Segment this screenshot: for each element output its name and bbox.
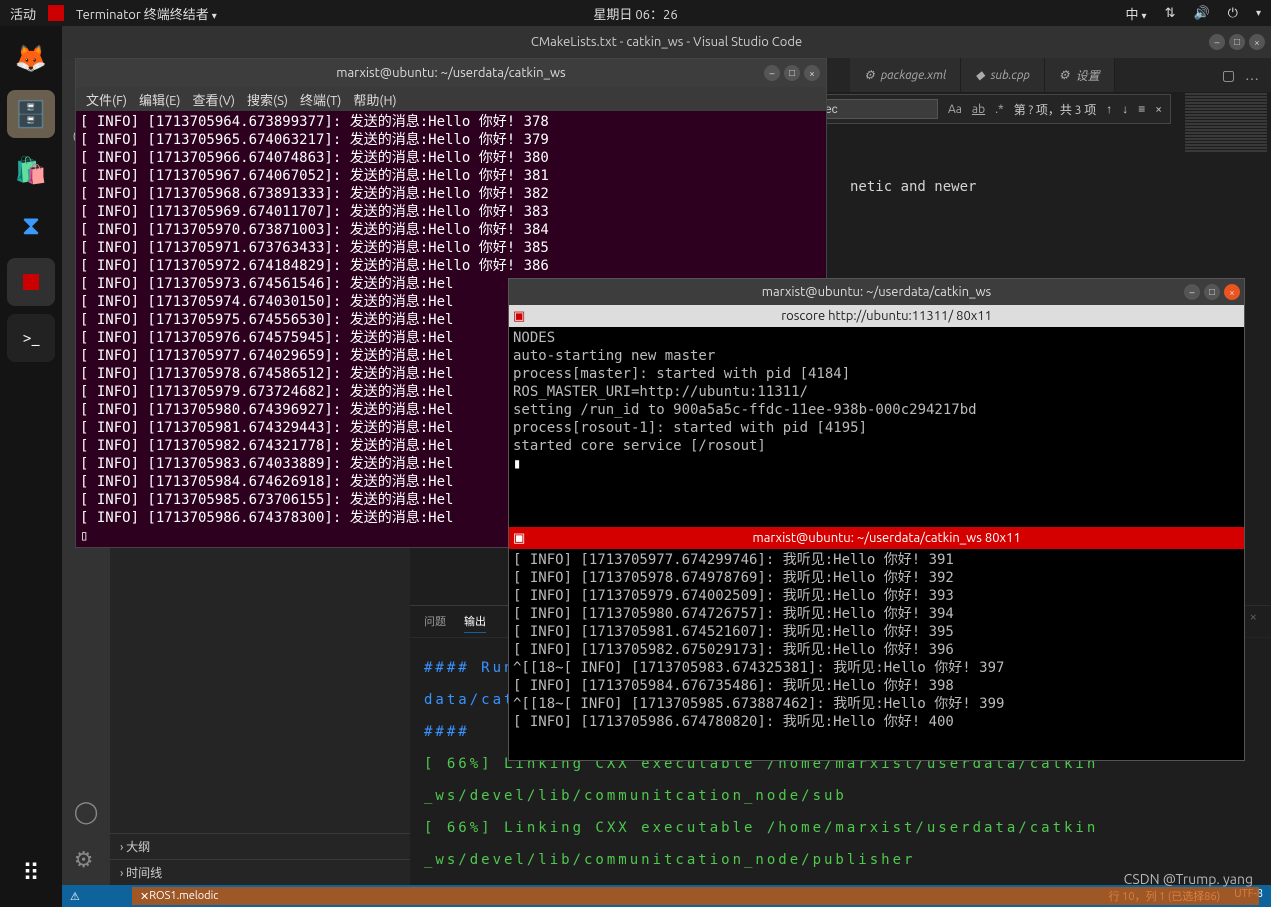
vscode-title-text: CMakeLists.txt - catkin_ws - Visual Stud… [531, 35, 802, 49]
gnome-terminal-menubar: 文件(F) 编辑(E) 查看(V) 搜索(S) 终端(T) 帮助(H) [76, 87, 826, 111]
timeline-section[interactable]: › 时间线 [110, 859, 410, 885]
more-actions-icon[interactable]: … [1245, 67, 1259, 83]
account-icon[interactable]: ◯ [74, 799, 99, 825]
panel-tab-output[interactable]: 输出 [464, 610, 486, 633]
maximize-button[interactable]: □ [784, 65, 800, 81]
settings-gear-icon[interactable]: ⚙ [74, 847, 99, 873]
menu-help[interactable]: 帮助(H) [349, 90, 400, 109]
dock-terminator[interactable] [7, 258, 55, 306]
minimize-button[interactable]: – [1184, 284, 1200, 300]
maximize-button[interactable]: □ [1229, 34, 1245, 50]
outline-section[interactable]: › 大纲 [110, 833, 410, 859]
terminator-titlebar[interactable]: marxist@ubuntu: ~/userdata/catkin_ws – □… [509, 279, 1244, 305]
input-method[interactable]: 中 ▾ [1126, 4, 1147, 23]
menu-search[interactable]: 搜索(S) [243, 90, 292, 109]
status-remote-icon[interactable]: ⚠ [70, 890, 80, 903]
find-regex[interactable]: .* [995, 103, 1004, 116]
active-app-name[interactable]: Terminator 终端终结者 ▾ [76, 4, 217, 23]
find-input[interactable] [818, 99, 938, 119]
pane1-body[interactable]: NODESauto-starting new masterprocess[mas… [509, 327, 1244, 527]
minimize-button[interactable]: – [764, 65, 780, 81]
menu-file[interactable]: 文件(F) [82, 90, 131, 109]
find-selection-icon[interactable]: ≡ [1138, 102, 1145, 116]
dock-software[interactable]: 🛍️ [7, 146, 55, 194]
dock: 🦊 🗄️ 🛍️ ⧗ >_ ⠿ [0, 26, 62, 907]
dock-terminal[interactable]: >_ [7, 314, 55, 362]
menu-view[interactable]: 查看(V) [189, 90, 239, 109]
pane2-title[interactable]: ▣marxist@ubuntu: ~/userdata/catkin_ws 80… [509, 527, 1244, 549]
minimize-button[interactable]: – [1209, 34, 1225, 50]
gnome-terminal-titlebar[interactable]: marxist@ubuntu: ~/userdata/catkin_ws – □… [76, 59, 826, 87]
dock-firefox[interactable]: 🦊 [7, 34, 55, 82]
tab-sub-cpp[interactable]: ◆ sub.cpp [961, 58, 1044, 92]
terminator-window: marxist@ubuntu: ~/userdata/catkin_ws – □… [508, 278, 1245, 761]
tab-settings[interactable]: ⚙ 设置 [1045, 58, 1115, 92]
menu-terminal[interactable]: 终端(T) [296, 90, 345, 109]
terminator-pane-2: ▣marxist@ubuntu: ~/userdata/catkin_ws 80… [509, 527, 1244, 760]
clock[interactable]: 星期日 06：26 [593, 4, 677, 23]
terminator-icon [48, 5, 64, 21]
find-match-case[interactable]: Aa [948, 103, 962, 116]
gnome-terminal-title: marxist@ubuntu: ~/userdata/catkin_ws [336, 66, 565, 80]
find-status: 第 ? 项，共 3 项 [1014, 101, 1096, 118]
tab-package-xml[interactable]: ⚙ package.xml [850, 58, 961, 92]
gnome-top-bar: 活动 Terminator 终端终结者 ▾ 星期日 06：26 中 ▾ ⇅ 🔊 … [0, 0, 1271, 26]
activities-button[interactable]: 活动 [10, 4, 36, 23]
pane2-body[interactable]: [ INFO] [1713705977.674299746]: 我听见:Hell… [509, 549, 1244, 760]
find-widget: Aa ab .* 第 ? 项，共 3 项 ↑ ↓ ≡ × [809, 94, 1171, 124]
ros-status-bar[interactable]: ✕ ROS1.melodic [132, 887, 1259, 905]
network-icon[interactable]: ⇅ [1165, 6, 1176, 21]
find-whole-word[interactable]: ab [972, 103, 985, 116]
vscode-titlebar[interactable]: CMakeLists.txt - catkin_ws - Visual Stud… [62, 26, 1271, 58]
menu-edit[interactable]: 编辑(E) [135, 90, 184, 109]
maximize-button[interactable]: □ [1204, 284, 1220, 300]
power-icon[interactable]: ⏻ [1228, 6, 1238, 21]
app-grid-button[interactable]: ⠿ [7, 849, 55, 897]
panel-tab-problems[interactable]: 问题 [424, 610, 446, 633]
close-button[interactable]: × [1249, 34, 1265, 50]
close-button[interactable]: × [804, 65, 820, 81]
find-next-icon[interactable]: ↓ [1122, 102, 1128, 116]
close-button[interactable]: × [1224, 284, 1240, 300]
watermark: CSDN @Trump. yang [1124, 871, 1253, 887]
dock-files[interactable]: 🗄️ [7, 90, 55, 138]
system-menu-chevron[interactable]: ▾ [1256, 7, 1261, 19]
volume-icon[interactable]: 🔊 [1193, 6, 1209, 21]
dock-vscode[interactable]: ⧗ [7, 202, 55, 250]
terminator-title: marxist@ubuntu: ~/userdata/catkin_ws [762, 285, 991, 299]
split-editor-icon[interactable]: ▢ [1222, 67, 1235, 84]
find-close-icon[interactable]: × [1155, 103, 1162, 116]
find-prev-icon[interactable]: ↑ [1106, 102, 1112, 116]
terminator-pane-1: ▣roscore http://ubuntu:11311/ 80x11 NODE… [509, 305, 1244, 527]
pane1-title[interactable]: ▣roscore http://ubuntu:11311/ 80x11 [509, 305, 1244, 327]
